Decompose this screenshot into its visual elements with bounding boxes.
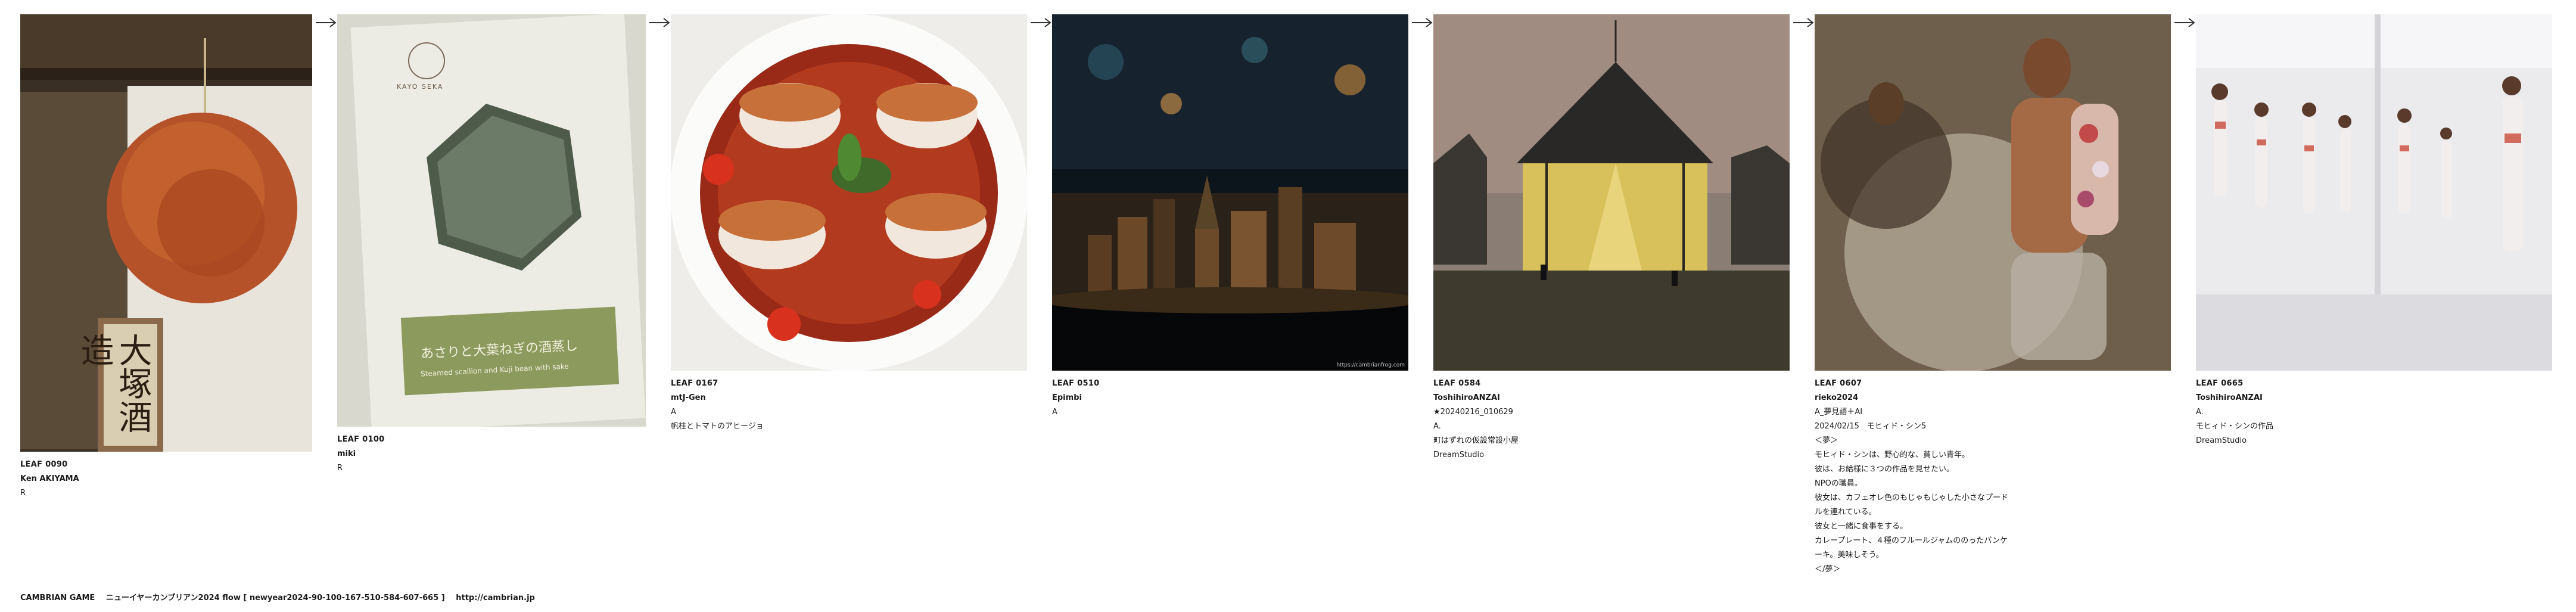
- arrow-right-icon: [1031, 17, 1052, 29]
- sake-ball-image: [20, 14, 312, 452]
- leaf-card-0167[interactable]: LEAF 0167 mtJ-Gen A 帆柱とトマトのアヒージョ: [671, 14, 1027, 434]
- leaf-image-0167[interactable]: [671, 14, 1027, 371]
- circus-tent-image: [1433, 14, 1790, 371]
- leaf-id: LEAF 0167: [671, 379, 718, 388]
- leaf-description: A: [1052, 408, 1057, 417]
- miniature-city-image: [1052, 14, 1408, 371]
- leaf-id: LEAF 0510: [1052, 379, 1100, 388]
- arrow-right-icon: [649, 17, 671, 29]
- arrow-right-icon: [316, 17, 337, 29]
- leaf-description: A. モヒィド・シンの作品 DreamStudio: [2196, 408, 2274, 445]
- leaf-author[interactable]: Epimbi: [1052, 391, 1408, 405]
- scallop-dish-image: [671, 14, 1027, 371]
- leaf-description: A_夢見語＋AI 2024/02/15 モヒィド・シン5 ＜夢＞ モヒィド・シン…: [1815, 408, 2009, 574]
- leaf-card-0584[interactable]: LEAF 0584 ToshihiroANZAI ★20240216_01062…: [1433, 14, 1790, 462]
- sake-sign-text: 大塚酒造: [75, 333, 152, 433]
- leaf-image-0090[interactable]: 大塚酒造: [20, 14, 312, 452]
- arrow-right-icon: [2174, 17, 2196, 29]
- painting-figures-image: [1815, 14, 2171, 371]
- leaf-id: LEAF 0607: [1815, 379, 1862, 388]
- leaf-author[interactable]: miki: [337, 447, 646, 461]
- leaf-author[interactable]: ToshihiroANZAI: [2196, 391, 2552, 405]
- leaf-image-0607[interactable]: [1815, 14, 2171, 371]
- leaf-id: LEAF 0584: [1433, 379, 1481, 388]
- leaf-description: R: [20, 489, 26, 498]
- leaf-card-0100[interactable]: KAYO SEKA あさりと大葉ねぎの酒蒸し Steamed scallion …: [337, 14, 646, 476]
- leaf-card-0090[interactable]: 大塚酒造 LEAF 0090 Ken AKIYAMA R: [20, 14, 312, 501]
- arrow-right-icon: [1793, 17, 1815, 29]
- footer-title: CAMBRIAN GAME: [20, 594, 95, 602]
- leaf-card-0665[interactable]: LEAF 0665 ToshihiroANZAI A. モヒィド・シンの作品 D…: [2196, 14, 2552, 448]
- leaf-id: LEAF 0100: [337, 435, 385, 444]
- leaf-description: ★20240216_010629 A. 町はずれの仮設常設小屋 DreamStu…: [1433, 408, 1519, 459]
- leaf-image-0584[interactable]: [1433, 14, 1790, 371]
- leaf-image-0665[interactable]: [2196, 14, 2552, 371]
- card-logo-text: KAYO SEKA: [397, 83, 444, 91]
- arrow-right-icon: [1412, 17, 1433, 29]
- leaf-id: LEAF 0090: [20, 460, 68, 469]
- leaf-card-0607[interactable]: LEAF 0607 rieko2024 A_夢見語＋AI 2024/02/15 …: [1815, 14, 2171, 577]
- leaf-description: R: [337, 464, 343, 473]
- leaf-author[interactable]: mtJ-Gen: [671, 391, 1027, 405]
- leaf-image-0100[interactable]: KAYO SEKA あさりと大葉ねぎの酒蒸し Steamed scallion …: [337, 14, 646, 427]
- leaf-id: LEAF 0665: [2196, 379, 2244, 388]
- leaf-card-0510[interactable]: https://cambrianfrog.com LEAF 0510 Epimb…: [1052, 14, 1408, 420]
- leaf-author[interactable]: ToshihiroANZAI: [1433, 391, 1790, 405]
- footer: CAMBRIAN GAME ニューイヤーカンブリアン2024 flow [ ne…: [20, 591, 535, 602]
- leaf-image-0510[interactable]: https://cambrianfrog.com: [1052, 14, 1408, 371]
- leaf-author[interactable]: rieko2024: [1815, 391, 2171, 405]
- menu-card-image: [337, 14, 646, 427]
- footer-url[interactable]: http://cambrian.jp: [456, 594, 535, 602]
- leaf-author[interactable]: Ken AKIYAMA: [20, 472, 312, 486]
- leaf-description: A 帆柱とトマトのアヒージョ: [671, 408, 764, 431]
- fashion-models-image: [2196, 14, 2552, 371]
- image-watermark: https://cambrianfrog.com: [1336, 362, 1405, 368]
- footer-flow: ニューイヤーカンブリアン2024 flow [ newyear2024-90-1…: [105, 594, 445, 602]
